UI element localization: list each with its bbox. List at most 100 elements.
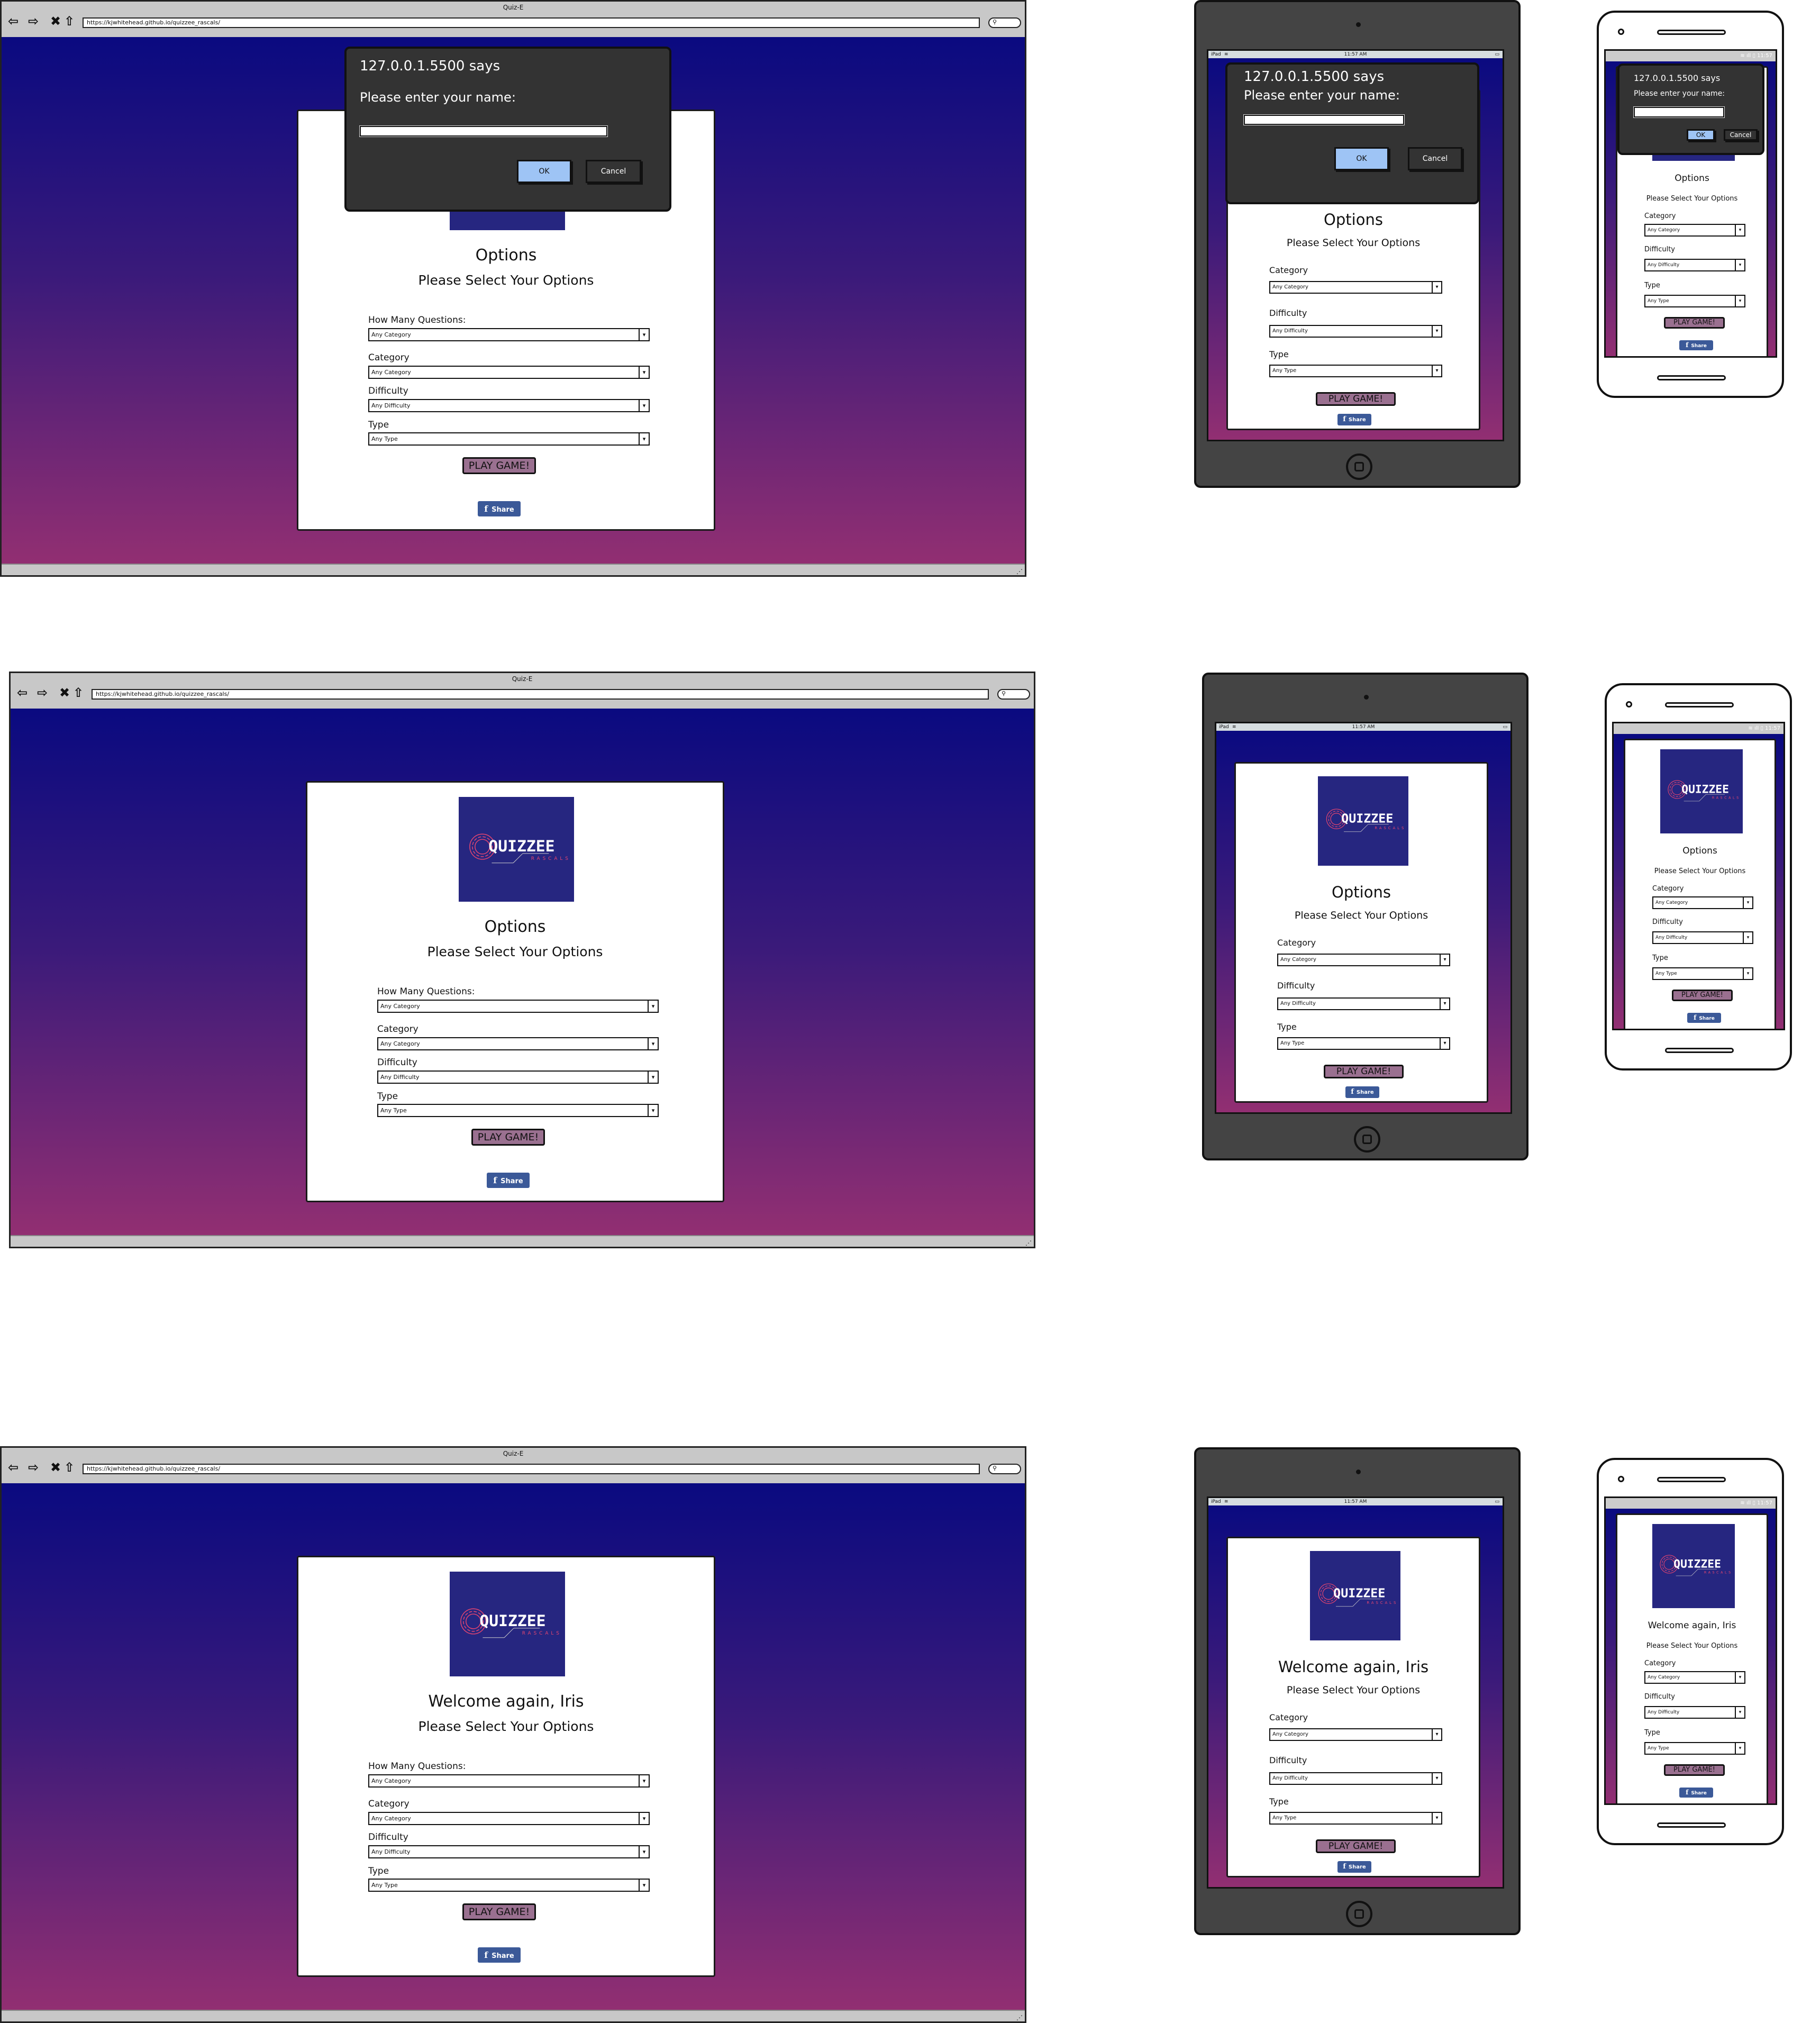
play-game-button[interactable]: PLAY GAME! [1664, 317, 1725, 329]
ok-button[interactable]: OK [517, 160, 571, 183]
play-game-button[interactable]: PLAY GAME! [1316, 1839, 1396, 1853]
select-2[interactable]: Any Difficulty ▾ [1644, 1706, 1745, 1719]
home-icon[interactable]: ⇧ [73, 685, 84, 701]
select-2[interactable]: Any Difficulty ▾ [1269, 325, 1442, 338]
chevron-down-icon[interactable]: ▾ [1432, 1813, 1441, 1824]
close-x-icon[interactable]: ✖ [50, 13, 61, 29]
play-game-button[interactable]: PLAY GAME! [462, 457, 536, 474]
search-field[interactable]: ⚲ [988, 17, 1021, 28]
close-x-icon[interactable]: ✖ [50, 1459, 61, 1475]
ok-button[interactable]: OK [1334, 147, 1389, 170]
select-2[interactable]: Any Difficulty ▾ [368, 1845, 650, 1858]
chevron-down-icon[interactable]: ▾ [639, 433, 649, 444]
select-1[interactable]: Any Category ▾ [1644, 224, 1745, 237]
search-field[interactable]: ⚲ [988, 1464, 1021, 1474]
home-button-icon[interactable] [1354, 1126, 1380, 1153]
facebook-share-button[interactable]: f Share [478, 1947, 521, 1963]
chevron-down-icon[interactable]: ▾ [639, 367, 649, 378]
select-1[interactable]: Any Category ▾ [368, 1812, 650, 1825]
resize-grip-icon[interactable]: ⋰ [1025, 1239, 1032, 1247]
select-1[interactable]: Any Category ▾ [1277, 954, 1450, 966]
select-1[interactable]: Any Category ▾ [377, 1037, 659, 1050]
home-icon[interactable]: ⇧ [64, 13, 75, 29]
name-input[interactable] [1633, 106, 1725, 118]
chevron-down-icon[interactable]: ▾ [639, 1813, 649, 1824]
select-1[interactable]: Any Category ▾ [1269, 1728, 1442, 1741]
chevron-down-icon[interactable]: ▾ [639, 1775, 649, 1786]
cancel-button[interactable]: Cancel [1724, 129, 1758, 141]
facebook-share-button[interactable]: f Share [1345, 1086, 1379, 1098]
chevron-down-icon[interactable]: ▾ [1743, 897, 1752, 908]
chevron-down-icon[interactable]: ▾ [1440, 1038, 1449, 1049]
chevron-down-icon[interactable]: ▾ [1735, 1707, 1744, 1718]
play-game-button[interactable]: PLAY GAME! [1324, 1065, 1404, 1078]
play-game-button[interactable]: PLAY GAME! [471, 1129, 545, 1146]
cancel-button[interactable]: Cancel [586, 160, 641, 183]
forward-arrow-icon[interactable]: ⇨ [37, 685, 48, 701]
url-bar[interactable]: https://kjwhitehead.github.io/quizzee_ra… [92, 689, 989, 700]
chevron-down-icon[interactable]: ▾ [1735, 296, 1744, 306]
chevron-down-icon[interactable]: ▾ [1432, 366, 1441, 376]
facebook-share-button[interactable]: f Share [1337, 1861, 1371, 1873]
chevron-down-icon[interactable]: ▾ [1743, 968, 1752, 979]
select-3[interactable]: Any Type ▾ [1652, 967, 1753, 980]
chevron-down-icon[interactable]: ▾ [648, 1038, 658, 1049]
chevron-down-icon[interactable]: ▾ [1440, 955, 1449, 965]
select-3[interactable]: Any Type ▾ [368, 432, 650, 446]
resize-grip-icon[interactable]: ⋰ [1016, 568, 1023, 575]
chevron-down-icon[interactable]: ▾ [639, 1880, 649, 1891]
select-2[interactable]: Any Difficulty ▾ [1644, 259, 1745, 271]
back-arrow-icon[interactable]: ⇦ [17, 685, 28, 701]
facebook-share-button[interactable]: f Share [1679, 340, 1713, 350]
facebook-share-button[interactable]: f Share [478, 501, 521, 516]
url-bar[interactable]: https://kjwhitehead.github.io/quizzee_ra… [83, 17, 980, 28]
select-3[interactable]: Any Type ▾ [1269, 365, 1442, 377]
chevron-down-icon[interactable]: ▾ [639, 1846, 649, 1857]
chevron-down-icon[interactable]: ▾ [1735, 260, 1744, 270]
play-game-button[interactable]: PLAY GAME! [1672, 990, 1733, 1001]
chevron-down-icon[interactable]: ▾ [1735, 1672, 1744, 1683]
play-game-button[interactable]: PLAY GAME! [462, 1903, 536, 1920]
select-3[interactable]: Any Type ▾ [1644, 295, 1745, 307]
back-arrow-icon[interactable]: ⇦ [8, 13, 19, 29]
home-button-icon[interactable] [1346, 1901, 1372, 1927]
chevron-down-icon[interactable]: ▾ [1743, 932, 1752, 943]
select-2[interactable]: Any Difficulty ▾ [1652, 931, 1753, 944]
chevron-down-icon[interactable]: ▾ [648, 1105, 658, 1116]
select-0[interactable]: Any Category ▾ [377, 1000, 659, 1013]
select-2[interactable]: Any Difficulty ▾ [1269, 1772, 1442, 1785]
select-0[interactable]: Any Category ▾ [368, 1774, 650, 1788]
close-x-icon[interactable]: ✖ [59, 685, 70, 701]
facebook-share-button[interactable]: f Share [487, 1173, 530, 1188]
select-2[interactable]: Any Difficulty ▾ [1277, 997, 1450, 1010]
url-bar[interactable]: https://kjwhitehead.github.io/quizzee_ra… [83, 1464, 980, 1474]
facebook-share-button[interactable]: f Share [1687, 1013, 1721, 1023]
select-1[interactable]: Any Category ▾ [1652, 896, 1753, 909]
select-1[interactable]: Any Category ▾ [368, 366, 650, 379]
select-2[interactable]: Any Difficulty ▾ [377, 1071, 659, 1084]
select-1[interactable]: Any Category ▾ [1269, 281, 1442, 294]
search-field[interactable]: ⚲ [997, 689, 1030, 700]
chevron-down-icon[interactable]: ▾ [639, 400, 649, 411]
forward-arrow-icon[interactable]: ⇨ [28, 13, 39, 29]
chevron-down-icon[interactable]: ▾ [1440, 999, 1449, 1009]
home-icon[interactable]: ⇧ [64, 1459, 75, 1475]
select-3[interactable]: Any Type ▾ [1277, 1037, 1450, 1050]
chevron-down-icon[interactable]: ▾ [648, 1001, 658, 1012]
back-arrow-icon[interactable]: ⇦ [8, 1459, 19, 1475]
facebook-share-button[interactable]: f Share [1337, 414, 1371, 425]
play-game-button[interactable]: PLAY GAME! [1664, 1764, 1725, 1776]
home-button-icon[interactable] [1346, 453, 1372, 480]
chevron-down-icon[interactable]: ▾ [1432, 326, 1441, 337]
name-input[interactable] [359, 125, 608, 137]
chevron-down-icon[interactable]: ▾ [1432, 1773, 1441, 1784]
chevron-down-icon[interactable]: ▾ [1432, 282, 1441, 293]
chevron-down-icon[interactable]: ▾ [639, 329, 649, 340]
ok-button[interactable]: OK [1687, 129, 1715, 141]
name-input[interactable] [1243, 114, 1405, 125]
select-2[interactable]: Any Difficulty ▾ [368, 399, 650, 412]
forward-arrow-icon[interactable]: ⇨ [28, 1459, 39, 1475]
chevron-down-icon[interactable]: ▾ [648, 1072, 658, 1083]
resize-grip-icon[interactable]: ⋰ [1016, 2014, 1023, 2021]
play-game-button[interactable]: PLAY GAME! [1316, 392, 1396, 406]
